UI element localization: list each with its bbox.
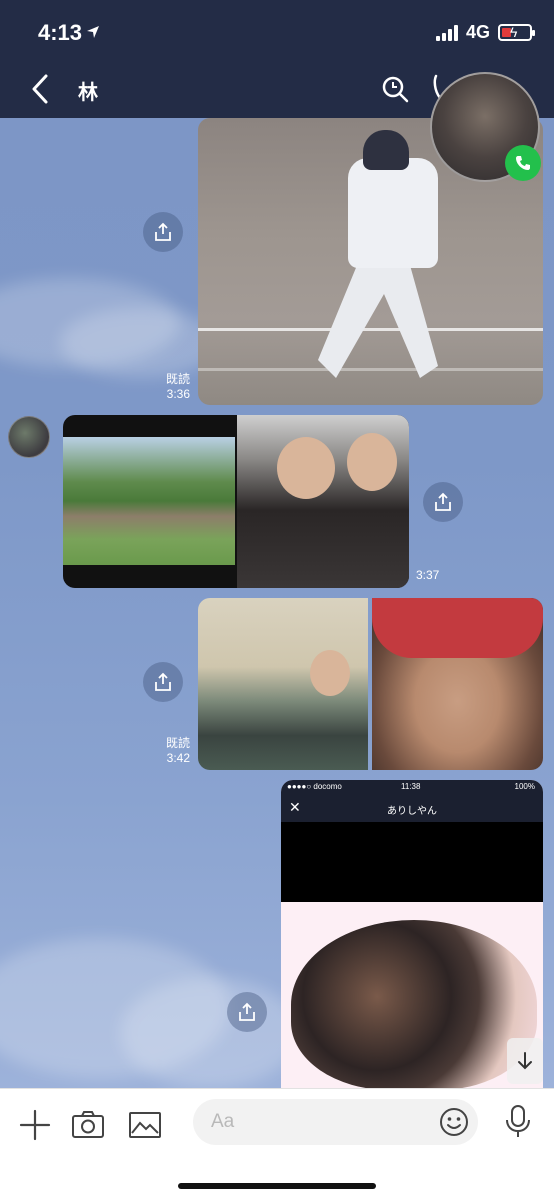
message-input-bar: [0, 1088, 554, 1200]
share-button[interactable]: [227, 992, 267, 1032]
sender-avatar[interactable]: [8, 416, 50, 458]
status-time: 4:13: [38, 20, 83, 45]
share-button[interactable]: [143, 212, 183, 252]
message-image-room[interactable]: [198, 598, 368, 770]
screenshot-battery: 100%: [514, 782, 535, 791]
microphone-icon[interactable]: [500, 1103, 536, 1139]
chat-history[interactable]: 既読 3:36 3:37 既読 3:42 ●●●●○ docomo 11:38 …: [0, 118, 554, 1088]
screenshot-status-bar: ●●●●○ docomo 11:38 100%: [281, 780, 543, 794]
message-image-combo[interactable]: [63, 415, 409, 588]
call-button[interactable]: [505, 145, 541, 181]
message-input[interactable]: [193, 1099, 478, 1145]
message-image-screenshot[interactable]: ●●●●○ docomo 11:38 100% ✕ ありしやん: [281, 780, 543, 1088]
screenshot-title: ありしやん: [387, 806, 437, 817]
chat-title: 林: [78, 82, 98, 104]
arrow-down-icon: [518, 1052, 532, 1070]
screenshot-nav: ✕ ありしやん: [281, 794, 543, 822]
message-time: 3:36: [166, 387, 190, 401]
share-icon: [155, 672, 171, 691]
heart-photo: [291, 920, 537, 1088]
battery-icon: ϟ: [498, 24, 535, 41]
message-time: 3:37: [416, 568, 440, 582]
location-arrow-icon: [87, 26, 99, 38]
signal-icon: [435, 24, 458, 41]
message-meta-1: 既読 3:36: [150, 372, 190, 402]
read-receipt: 既読: [165, 372, 190, 386]
back-button[interactable]: [26, 72, 56, 106]
share-icon: [435, 492, 451, 511]
status-indicators: 4G ϟ: [435, 22, 535, 43]
network-type: 4G: [465, 22, 490, 42]
scroll-to-bottom-button[interactable]: [507, 1038, 543, 1084]
message-image-selfie[interactable]: [372, 598, 543, 770]
share-button[interactable]: [423, 482, 463, 522]
screenshot-carrier: ●●●●○ docomo: [287, 782, 342, 791]
screenshot-time: 11:38: [401, 782, 421, 791]
camera-icon[interactable]: [70, 1107, 106, 1143]
share-icon: [239, 1002, 255, 1021]
message-meta-3: 既読 3:42: [150, 736, 190, 766]
image-icon[interactable]: [127, 1107, 163, 1143]
share-button[interactable]: [143, 662, 183, 702]
phone-icon: [516, 156, 530, 170]
message-time: 3:42: [166, 751, 190, 765]
emoji-icon[interactable]: [438, 1106, 470, 1138]
plus-icon[interactable]: [17, 1107, 53, 1143]
search-icon[interactable]: [380, 74, 410, 104]
read-receipt: 既読: [165, 736, 190, 750]
share-icon: [155, 222, 171, 241]
home-indicator: [178, 1183, 376, 1189]
